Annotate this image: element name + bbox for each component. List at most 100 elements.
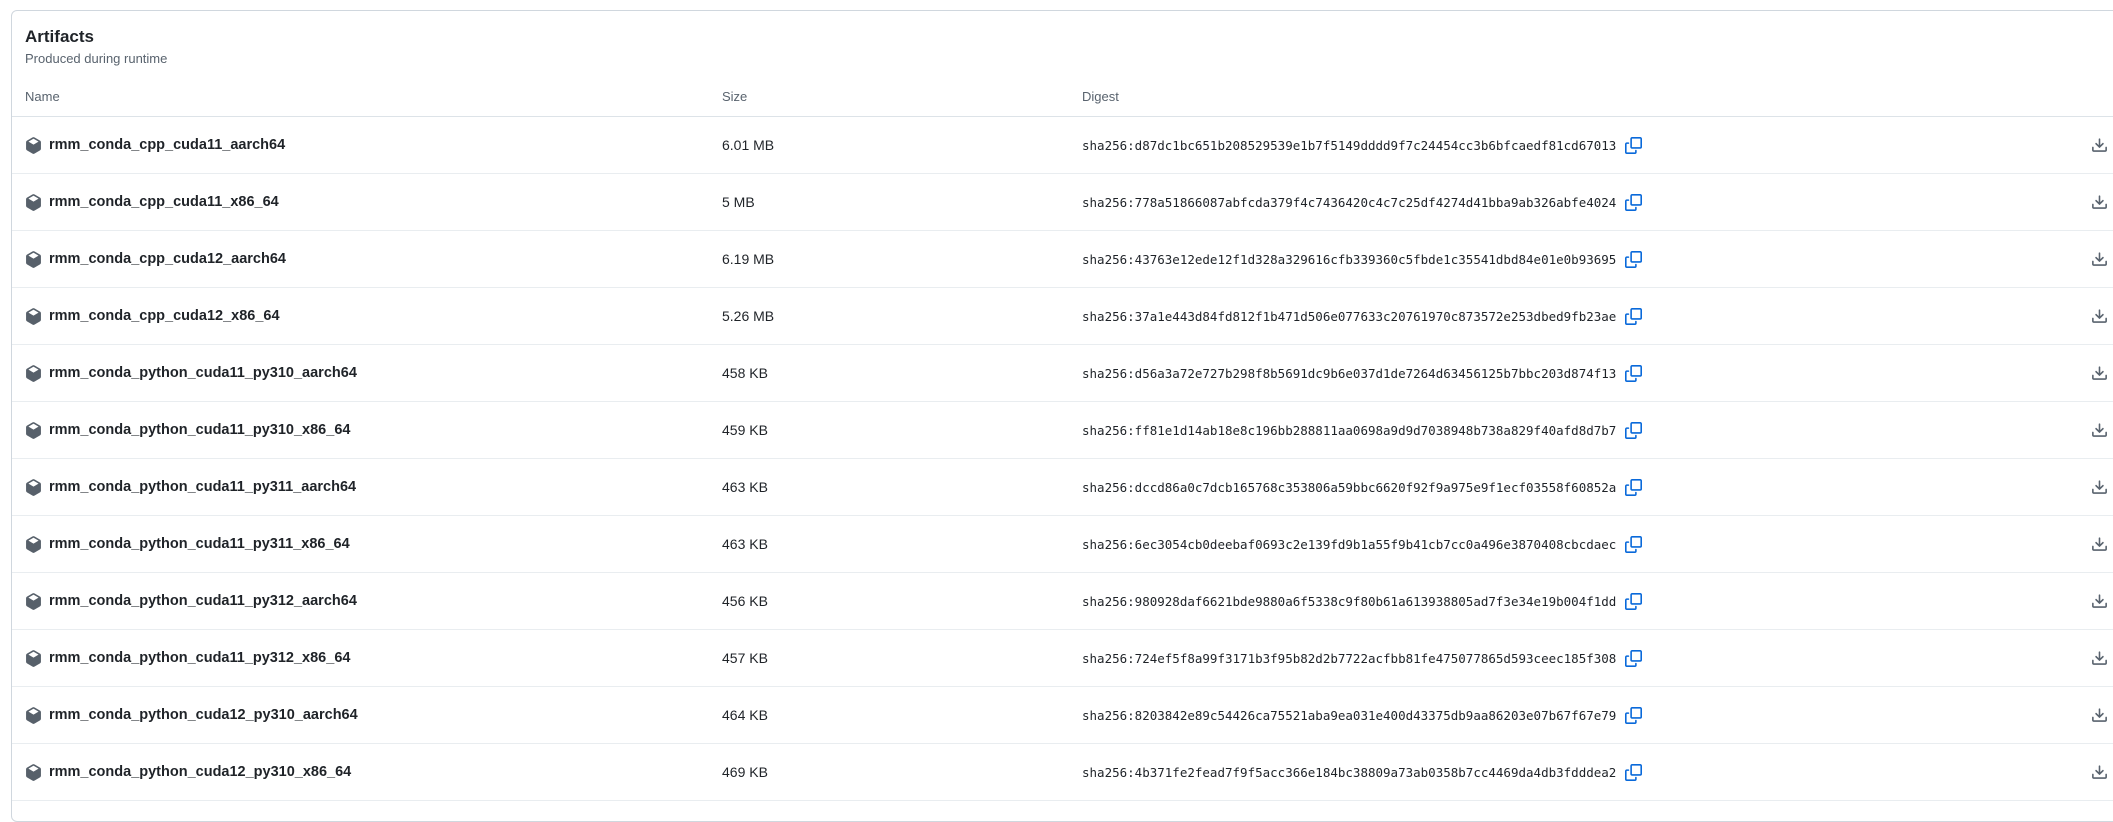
artifact-actions-cell <box>2076 479 2113 496</box>
artifact-actions-cell <box>2076 194 2113 211</box>
artifact-name-cell: rmm_conda_python_cuda11_py311_aarch64 <box>12 479 722 496</box>
column-header-size: Size <box>722 89 1082 104</box>
download-artifact-button[interactable] <box>2091 137 2108 154</box>
artifact-size: 458 KB <box>722 365 1082 381</box>
copy-icon <box>1625 707 1642 724</box>
download-icon <box>2091 365 2108 382</box>
download-artifact-button[interactable] <box>2091 308 2108 325</box>
package-icon <box>25 422 42 439</box>
artifact-name: rmm_conda_python_cuda11_py311_aarch64 <box>49 479 356 495</box>
artifact-size: 463 KB <box>722 536 1082 552</box>
artifact-digest: sha256:d87dc1bc651b208529539e1b7f5149ddd… <box>1082 138 1616 153</box>
artifact-digest: sha256:724ef5f8a99f3171b3f95b82d2b7722ac… <box>1082 651 1616 666</box>
artifact-name: rmm_conda_python_cuda11_py310_aarch64 <box>49 365 357 381</box>
artifact-actions-cell <box>2076 764 2113 781</box>
card-title: Artifacts <box>25 26 2113 48</box>
copy-icon <box>1625 650 1642 667</box>
artifact-digest-cell: sha256:4b371fe2fead7f9f5acc366e184bc3880… <box>1082 764 2076 781</box>
package-icon <box>25 194 42 211</box>
card-header: Artifacts Produced during runtime <box>12 11 2113 69</box>
copy-digest-button[interactable] <box>1625 365 1642 382</box>
copy-digest-button[interactable] <box>1625 194 1642 211</box>
copy-digest-button[interactable] <box>1625 650 1642 667</box>
download-icon <box>2091 536 2108 553</box>
artifact-name: rmm_conda_python_cuda12_py310_x86_64 <box>49 764 351 780</box>
copy-digest-button[interactable] <box>1625 422 1642 439</box>
artifact-size: 5.26 MB <box>722 308 1082 324</box>
artifact-name-cell: rmm_conda_cpp_cuda11_aarch64 <box>12 137 722 154</box>
artifact-actions-cell <box>2076 422 2113 439</box>
download-artifact-button[interactable] <box>2091 650 2108 667</box>
copy-digest-button[interactable] <box>1625 593 1642 610</box>
download-icon <box>2091 137 2108 154</box>
artifact-actions-cell <box>2076 251 2113 268</box>
artifact-digest: sha256:d56a3a72e727b298f8b5691dc9b6e037d… <box>1082 366 1616 381</box>
download-icon <box>2091 194 2108 211</box>
artifact-digest: sha256:980928daf6621bde9880a6f5338c9f80b… <box>1082 594 1616 609</box>
copy-digest-button[interactable] <box>1625 707 1642 724</box>
download-artifact-button[interactable] <box>2091 194 2108 211</box>
table-row: rmm_conda_python_cuda11_py311_aarch64 46… <box>12 459 2113 516</box>
download-icon <box>2091 308 2108 325</box>
artifact-size: 6.19 MB <box>722 251 1082 267</box>
package-icon <box>25 479 42 496</box>
artifact-actions-cell <box>2076 650 2113 667</box>
copy-icon <box>1625 536 1642 553</box>
artifact-name: rmm_conda_python_cuda11_py312_x86_64 <box>49 650 350 666</box>
artifact-name-cell: rmm_conda_cpp_cuda11_x86_64 <box>12 194 722 211</box>
column-header-digest: Digest <box>1082 89 2076 104</box>
artifact-digest-cell: sha256:37a1e443d84fd812f1b471d506e077633… <box>1082 308 2076 325</box>
column-header-name: Name <box>12 89 722 104</box>
copy-digest-button[interactable] <box>1625 764 1642 781</box>
artifact-size: 469 KB <box>722 764 1082 780</box>
artifact-actions-cell <box>2076 365 2113 382</box>
table-header-row: Name Size Digest <box>12 69 2113 117</box>
table-row: rmm_conda_python_cuda11_py310_aarch64 45… <box>12 345 2113 402</box>
copy-digest-button[interactable] <box>1625 536 1642 553</box>
download-artifact-button[interactable] <box>2091 251 2108 268</box>
artifact-digest: sha256:4b371fe2fead7f9f5acc366e184bc3880… <box>1082 765 1616 780</box>
copy-digest-button[interactable] <box>1625 308 1642 325</box>
copy-digest-button[interactable] <box>1625 479 1642 496</box>
download-artifact-button[interactable] <box>2091 764 2108 781</box>
artifact-name-cell: rmm_conda_cpp_cuda12_x86_64 <box>12 308 722 325</box>
package-icon <box>25 593 42 610</box>
artifact-name-cell: rmm_conda_python_cuda12_py310_aarch64 <box>12 707 722 724</box>
download-artifact-button[interactable] <box>2091 365 2108 382</box>
artifact-actions-cell <box>2076 536 2113 553</box>
package-icon <box>25 536 42 553</box>
copy-digest-button[interactable] <box>1625 251 1642 268</box>
artifact-digest-cell: sha256:6ec3054cb0deebaf0693c2e139fd9b1a5… <box>1082 536 2076 553</box>
download-artifact-button[interactable] <box>2091 707 2108 724</box>
download-artifact-button[interactable] <box>2091 479 2108 496</box>
table-row: rmm_conda_python_cuda12_py310_x86_64 469… <box>12 744 2113 801</box>
artifact-size: 459 KB <box>722 422 1082 438</box>
package-icon <box>25 365 42 382</box>
download-artifact-button[interactable] <box>2091 536 2108 553</box>
download-artifact-button[interactable] <box>2091 593 2108 610</box>
table-row: rmm_conda_cpp_cuda12_aarch64 6.19 MB sha… <box>12 231 2113 288</box>
table-row: rmm_conda_python_cuda11_py312_aarch64 45… <box>12 573 2113 630</box>
copy-digest-button[interactable] <box>1625 137 1642 154</box>
download-icon <box>2091 479 2108 496</box>
package-icon <box>25 137 42 154</box>
package-icon <box>25 707 42 724</box>
copy-icon <box>1625 764 1642 781</box>
artifact-size: 464 KB <box>722 707 1082 723</box>
artifact-name: rmm_conda_cpp_cuda12_x86_64 <box>49 308 280 324</box>
artifact-digest-cell: sha256:d56a3a72e727b298f8b5691dc9b6e037d… <box>1082 365 2076 382</box>
download-icon <box>2091 707 2108 724</box>
download-artifact-button[interactable] <box>2091 422 2108 439</box>
copy-icon <box>1625 194 1642 211</box>
artifact-actions-cell <box>2076 137 2113 154</box>
download-icon <box>2091 764 2108 781</box>
artifact-digest-cell: sha256:ff81e1d14ab18e8c196bb288811aa0698… <box>1082 422 2076 439</box>
artifact-digest-cell: sha256:980928daf6621bde9880a6f5338c9f80b… <box>1082 593 2076 610</box>
artifact-name-cell: rmm_conda_python_cuda11_py311_x86_64 <box>12 536 722 553</box>
artifact-name: rmm_conda_cpp_cuda11_aarch64 <box>49 137 285 153</box>
artifact-digest: sha256:778a51866087abfcda379f4c7436420c4… <box>1082 195 1616 210</box>
artifact-digest: sha256:37a1e443d84fd812f1b471d506e077633… <box>1082 309 1616 324</box>
artifact-digest-cell: sha256:8203842e89c54426ca75521aba9ea031e… <box>1082 707 2076 724</box>
artifacts-card: Artifacts Produced during runtime Name S… <box>11 10 2113 822</box>
artifact-name: rmm_conda_python_cuda11_py310_x86_64 <box>49 422 350 438</box>
